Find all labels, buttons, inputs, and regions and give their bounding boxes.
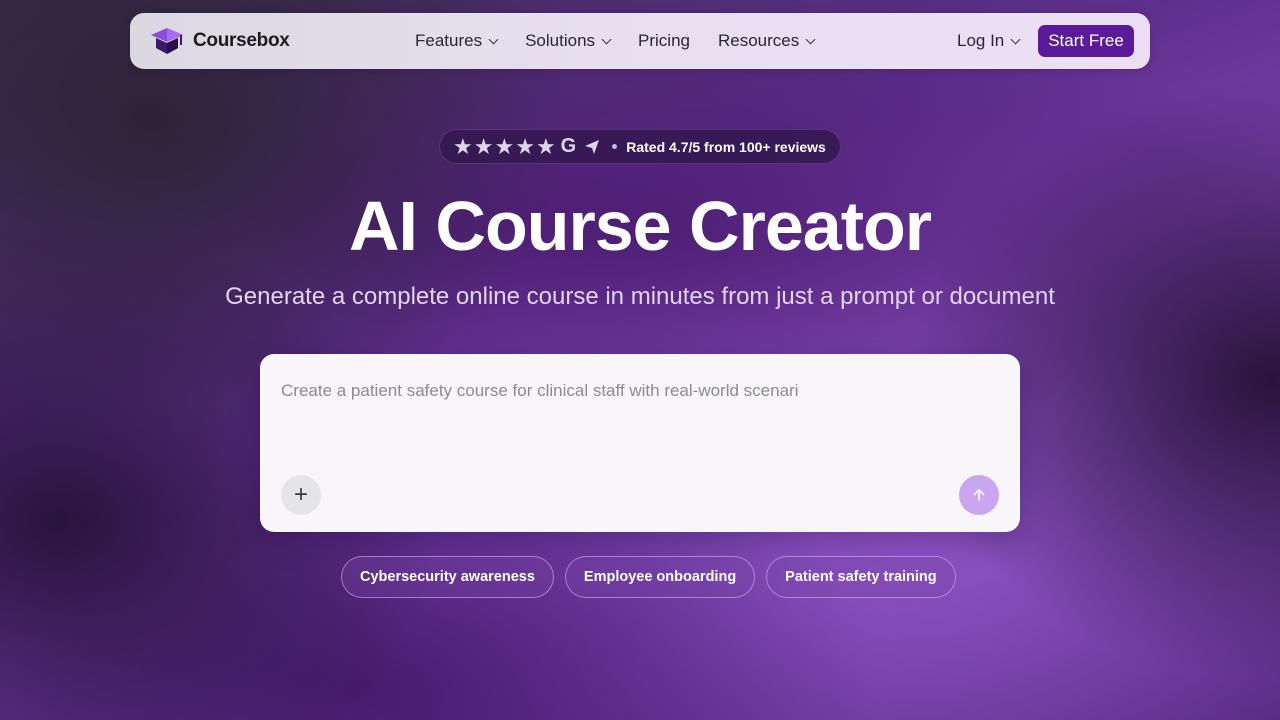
chevron-down-icon [601, 34, 612, 44]
chevron-down-icon [1010, 34, 1021, 44]
login-menu[interactable]: Log In [957, 13, 1021, 69]
main-menu: Features Solutions Pricing Resources [415, 13, 842, 69]
suggestion-chip-patient-safety[interactable]: Patient safety training [766, 556, 956, 598]
capterra-icon [585, 139, 600, 154]
rating-badge: ★ ★ ★ ★ ★ G Rated 4.7/5 from 100+ review… [439, 129, 841, 164]
star-icon: ★ [494, 133, 515, 159]
login-label: Log In [957, 31, 1005, 50]
submit-prompt-button[interactable] [959, 475, 999, 515]
rating-text: Rated 4.7/5 from 100+ reviews [626, 138, 826, 155]
menu-item-pricing[interactable]: Pricing [638, 31, 690, 51]
menu-item-label: Pricing [638, 31, 690, 50]
menu-item-label: Resources [718, 31, 800, 50]
page-title: AI Course Creator [348, 187, 932, 265]
suggestion-chip-cybersecurity[interactable]: Cybersecurity awareness [341, 556, 554, 598]
prompt-input[interactable] [281, 376, 1001, 406]
graduation-cap-icon [151, 28, 183, 54]
menu-item-label: Features [415, 31, 483, 50]
plus-icon: + [293, 481, 308, 508]
add-attachment-button[interactable]: + [281, 475, 321, 515]
menu-item-resources[interactable]: Resources [718, 31, 816, 51]
star-icon: ★ [515, 133, 535, 159]
suggestion-chips: Cybersecurity awareness Employee onboard… [341, 556, 967, 598]
start-free-button[interactable]: Start Free [1038, 25, 1134, 57]
star-icon: ★ [473, 133, 494, 159]
arrow-up-icon [973, 489, 985, 501]
suggestion-chip-onboarding[interactable]: Employee onboarding [564, 556, 756, 598]
chevron-down-icon [488, 34, 499, 44]
chevron-down-icon [805, 34, 816, 44]
brand-name: Coursebox [193, 30, 290, 51]
top-navbar: Coursebox Features Solutions Pricing Res… [130, 13, 1150, 69]
google-icon: G [560, 135, 577, 157]
star-icon: ★ [453, 133, 473, 159]
page-subtitle: Generate a complete online course in min… [225, 283, 1055, 310]
menu-item-solutions[interactable]: Solutions [525, 31, 612, 51]
separator-dot [612, 144, 618, 149]
menu-item-label: Solutions [525, 31, 596, 50]
star-icon: ★ [535, 133, 556, 159]
menu-item-features[interactable]: Features [415, 31, 499, 51]
brand-logo[interactable]: Coursebox [149, 26, 290, 56]
prompt-box: + [260, 354, 1020, 532]
